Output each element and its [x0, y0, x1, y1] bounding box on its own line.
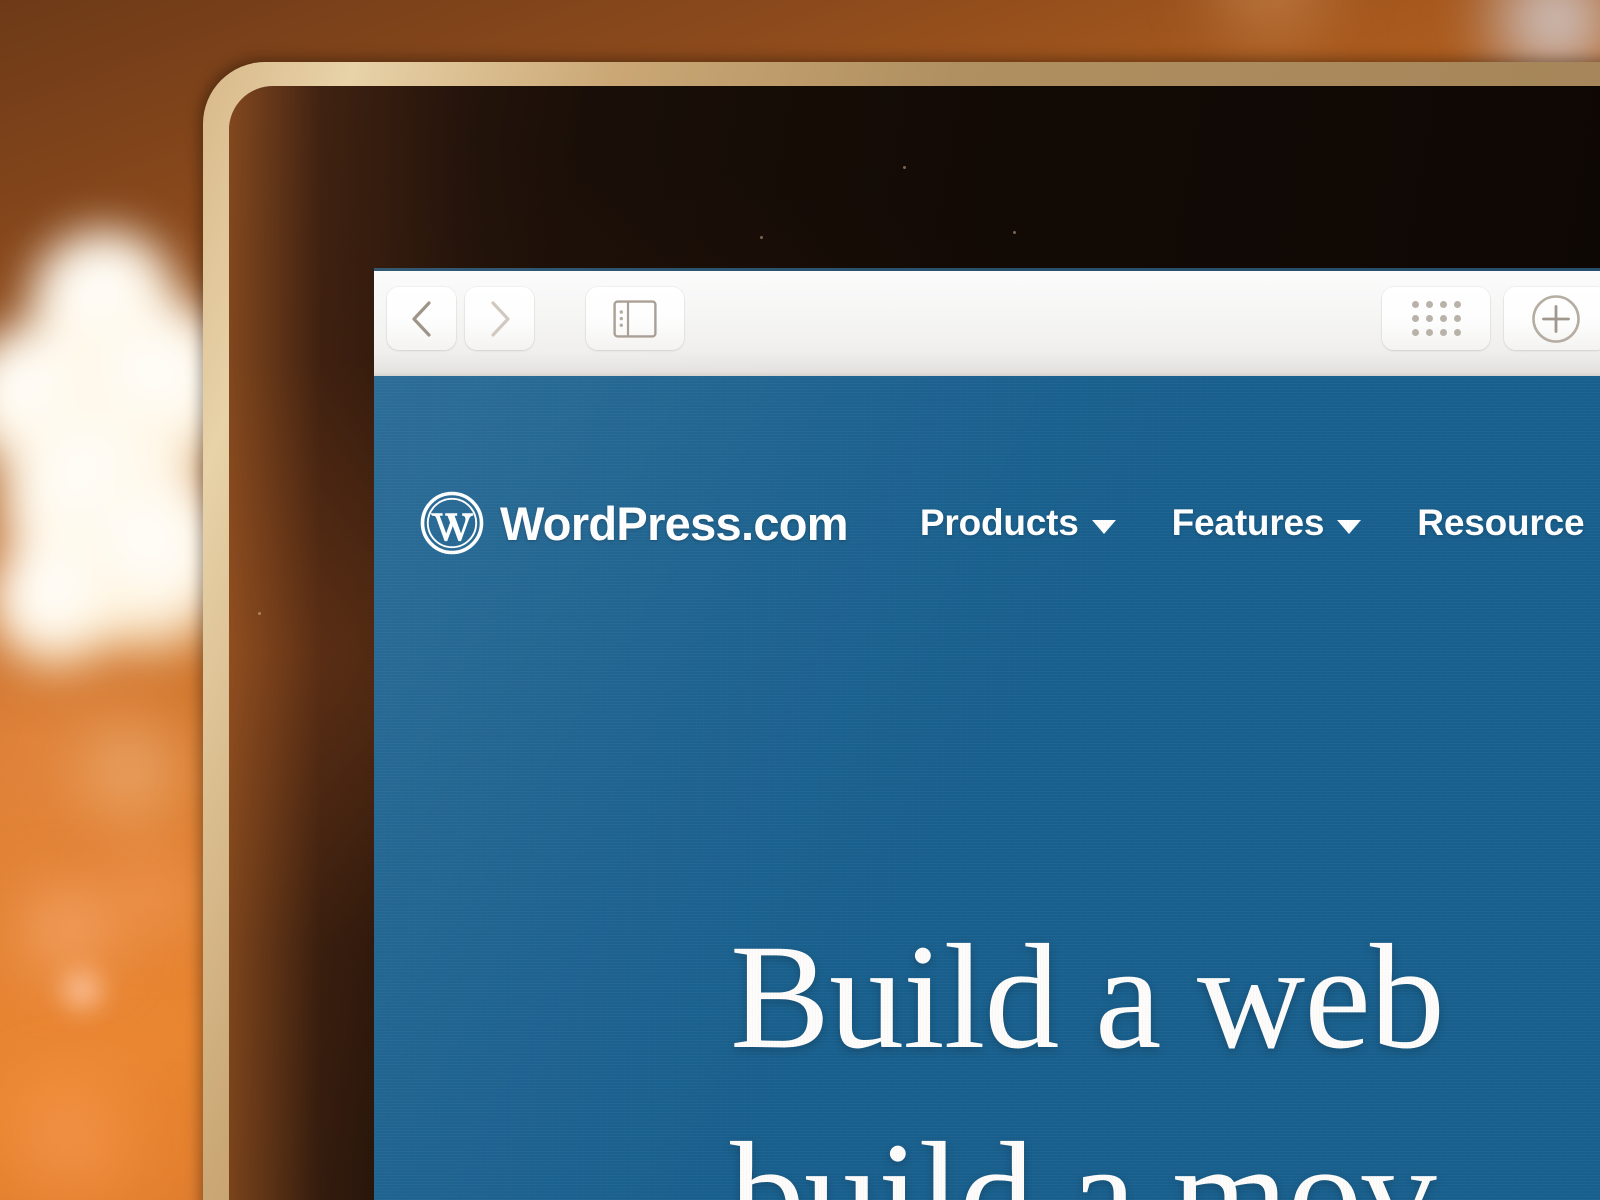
site-logo-link[interactable]: WordPress.com: [420, 491, 849, 555]
nav-items: Products Features Resource: [920, 502, 1585, 544]
nav-item-features[interactable]: Features: [1172, 502, 1362, 544]
browser-window: WordPress.com Products Features Resource: [374, 268, 1600, 1200]
sidebar-panel-icon: [613, 299, 657, 338]
sidebar-toggle-button[interactable]: [586, 287, 684, 350]
site-header-nav: WordPress.com Products Features Resource: [420, 491, 1585, 555]
browser-toolbar: [374, 268, 1600, 376]
nav-item-label: Resource: [1417, 502, 1585, 543]
plus-circle-icon: [1532, 294, 1580, 343]
tab-overview-button[interactable]: [1382, 287, 1490, 350]
chevron-down-icon: [1337, 519, 1362, 534]
chevron-down-icon: [1091, 519, 1116, 534]
bezel-dust-speck: [258, 612, 261, 615]
nav-item-label: Products: [919, 502, 1079, 543]
hero-heading-line-1: Build a web: [730, 914, 1445, 1080]
wordpress-w-icon: [420, 491, 484, 555]
hero-heading-line-2: build a mov: [730, 1112, 1437, 1200]
screenshot-scene: WordPress.com Products Features Resource: [0, 0, 1600, 1200]
toolbar-right-group: [1382, 287, 1600, 350]
back-button[interactable]: [387, 287, 456, 350]
nav-item-resources[interactable]: Resource: [1417, 502, 1584, 544]
nav-item-label: Features: [1171, 502, 1325, 543]
bezel-dust-speck: [1013, 231, 1016, 234]
forward-button[interactable]: [465, 287, 534, 350]
bezel-dust-speck: [903, 166, 906, 169]
new-tab-button[interactable]: [1504, 287, 1600, 350]
hero-heading: Build a web build a mov: [730, 898, 1445, 1200]
bezel-dust-speck: [760, 236, 763, 239]
site-brand-name: WordPress.com: [500, 496, 849, 550]
webpage-content: WordPress.com Products Features Resource: [374, 376, 1600, 1200]
grid-dots-icon: [1411, 301, 1461, 336]
nav-item-products[interactable]: Products: [920, 502, 1116, 544]
toolbar-left-group: [387, 287, 684, 350]
